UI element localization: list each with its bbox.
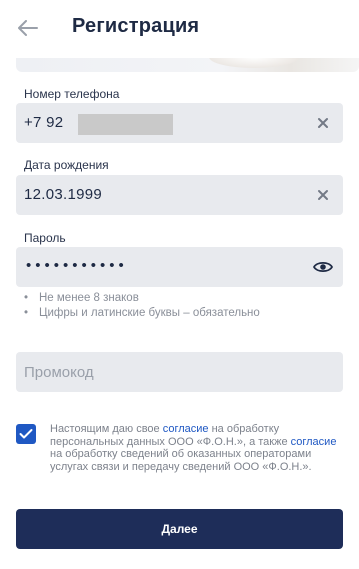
phone-redaction	[78, 114, 173, 135]
password-hint: • Цифры и латинские буквы – обязательно	[24, 307, 260, 319]
birth-date-field[interactable]: 12.03.1999	[16, 175, 343, 215]
consent-checkbox[interactable]	[16, 424, 36, 444]
hint-bullet: •	[24, 307, 29, 319]
close-icon[interactable]	[315, 115, 331, 131]
arrow-left-icon	[18, 20, 38, 36]
password-hints: • Не менее 8 знаков • Цифры и латинские бу…	[24, 291, 260, 321]
phone-value: +7 92	[24, 114, 64, 131]
password-label: Пароль	[24, 231, 66, 245]
checkmark-icon	[19, 429, 33, 439]
phone-label: Номер телефона	[24, 87, 120, 101]
back-button[interactable]	[12, 12, 44, 44]
password-field[interactable]: •••••••••••	[16, 247, 343, 287]
consent-text: Настоящим даю свое согласие на обработку…	[50, 423, 337, 473]
hint-bullet: •	[24, 292, 29, 304]
birth-date-value: 12.03.1999	[24, 186, 103, 203]
close-icon[interactable]	[315, 187, 331, 203]
birth-date-label: Дата рождения	[24, 158, 109, 172]
promo-code-input[interactable]	[16, 352, 343, 392]
consent-link-communication-data[interactable]: согласие	[291, 436, 337, 448]
password-value: •••••••••••	[26, 257, 128, 274]
phone-field[interactable]: +7 92	[16, 103, 343, 143]
page-title: Регистрация	[72, 15, 200, 37]
registration-screen: Регистрация Номер телефона +7 92 Дата ро…	[0, 0, 359, 569]
consent-link-personal-data[interactable]: согласие	[163, 423, 209, 435]
top-bar: Регистрация	[0, 0, 359, 58]
eye-icon[interactable]	[313, 258, 333, 276]
next-button[interactable]: Далее	[16, 509, 343, 549]
password-hint: • Не менее 8 знаков	[24, 292, 139, 304]
